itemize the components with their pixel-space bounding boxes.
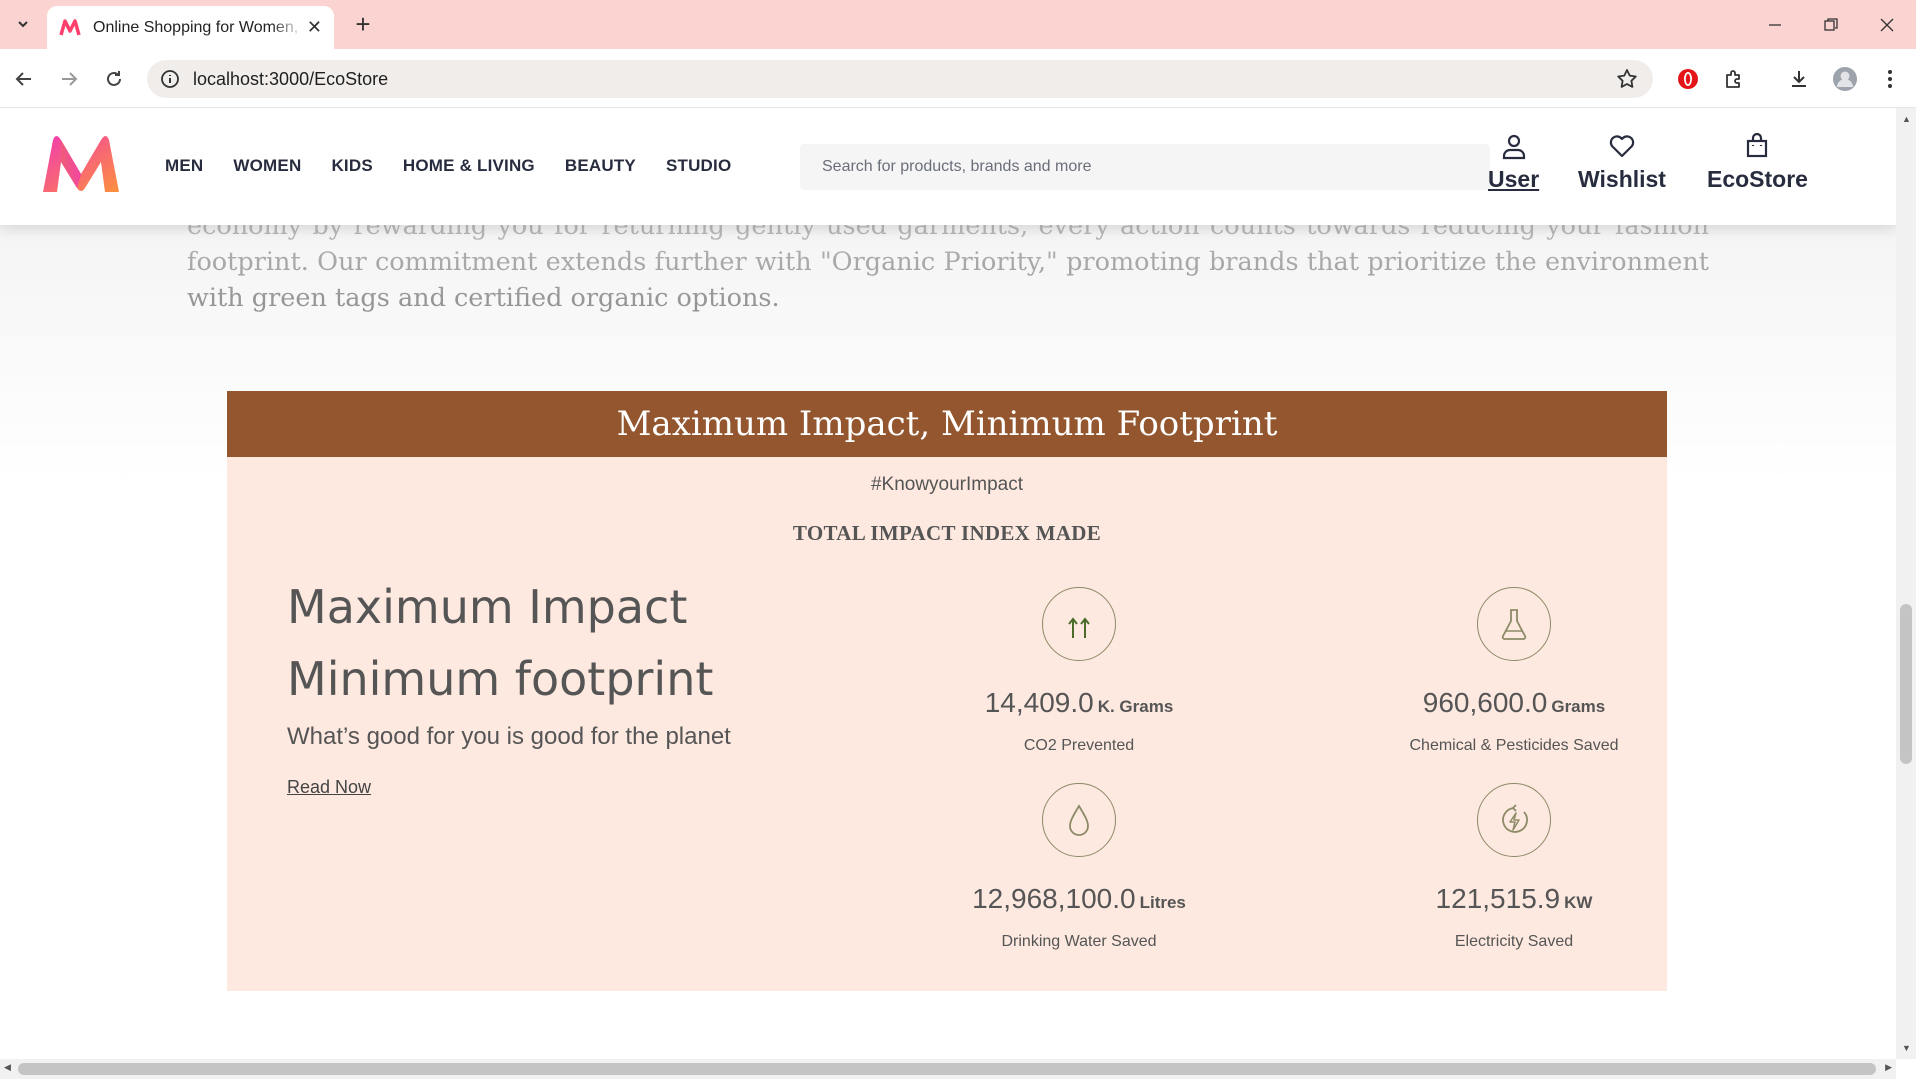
- stat-electricity: 121,515.9 KW Electricity Saved: [1334, 783, 1694, 951]
- site-info-icon[interactable]: [159, 68, 181, 90]
- tab-close-icon[interactable]: ✕: [307, 17, 322, 38]
- stat-label: Electricity Saved: [1454, 933, 1574, 950]
- stat-value: 12,968,100.0 Litres: [972, 883, 1186, 914]
- reload-button[interactable]: [98, 63, 130, 95]
- wishlist-label: Wishlist: [1578, 166, 1666, 192]
- stat-chemicals: 960,600.0 Grams Chemical & Pesticides Sav…: [1334, 587, 1694, 755]
- browser-menu-icon[interactable]: [1876, 65, 1904, 93]
- heart-icon: [1609, 135, 1635, 158]
- arrow-right-icon: [62, 72, 78, 86]
- ecostore-label: EcoStore: [1707, 166, 1808, 192]
- reload-icon: [107, 71, 121, 86]
- myntra-logo[interactable]: [39, 134, 123, 196]
- tab-title: Online Shopping for Women, Men, Kids: [93, 18, 303, 36]
- nav-women[interactable]: WOMEN: [233, 156, 301, 176]
- horizontal-scrollbar[interactable]: ◀ ▶: [0, 1059, 1896, 1079]
- search-box: [800, 144, 1490, 190]
- browser-toolbar: localhost:3000/EcoStore: [0, 49, 1916, 108]
- electricity-icon: [1477, 783, 1551, 857]
- scroll-right-icon[interactable]: ▶: [1885, 1062, 1892, 1073]
- impact-section: Maximum Impact, Minimum Footprint #Knowy…: [227, 391, 1667, 991]
- nav-beauty[interactable]: BEAUTY: [565, 156, 636, 176]
- arrow-left-icon: [15, 72, 31, 86]
- scroll-up-icon[interactable]: ▲: [1902, 114, 1911, 124]
- impact-lead: Maximum Impact Minimum footprint What’s …: [287, 571, 731, 798]
- read-now-link[interactable]: Read Now: [287, 777, 371, 798]
- impact-hashtag: #KnowyourImpact: [870, 474, 1024, 495]
- stat-label: CO2 Prevented: [1023, 737, 1135, 754]
- nav-kids[interactable]: KIDS: [331, 156, 372, 176]
- close-icon: [1880, 18, 1894, 32]
- stat-value: 121,515.9 KW: [1435, 883, 1593, 914]
- lead-heading-line1: Maximum Impact: [287, 580, 688, 634]
- nav-studio[interactable]: STUDIO: [666, 156, 731, 176]
- address-bar[interactable]: localhost:3000/EcoStore: [147, 60, 1653, 98]
- co2-arrows-icon: [1042, 587, 1116, 661]
- url-text: localhost:3000/EcoStore: [193, 69, 389, 89]
- nav-home-living[interactable]: HOME & LIVING: [403, 156, 535, 176]
- downloads-icon[interactable]: [1785, 65, 1813, 93]
- shopping-bag-icon: [1747, 132, 1768, 158]
- user-label: User: [1488, 166, 1540, 192]
- water-drop-icon: [1042, 783, 1116, 857]
- back-button[interactable]: [8, 63, 40, 95]
- vertical-scroll-thumb[interactable]: [1900, 604, 1912, 764]
- wishlist-button[interactable]: Wishlist: [1578, 132, 1666, 193]
- nav-men[interactable]: MEN: [165, 156, 203, 176]
- site-header: MEN WOMEN KIDS HOME & LIVING BEAUTY STUD…: [0, 108, 1896, 225]
- browser-tab[interactable]: Online Shopping for Women, Men, Kids ✕: [47, 6, 334, 49]
- browser-tab-bar: Online Shopping for Women, Men, Kids ✕ +: [0, 0, 1916, 49]
- lead-heading-line2: Minimum footprint: [287, 652, 714, 706]
- horizontal-scroll-thumb[interactable]: [18, 1063, 1876, 1075]
- new-tab-button[interactable]: +: [348, 10, 378, 40]
- lead-subtitle: What’s good for you is good for the plan…: [287, 723, 731, 750]
- user-icon: [1502, 134, 1525, 160]
- restore-button[interactable]: [1811, 10, 1851, 40]
- myntra-favicon-icon: [59, 18, 81, 35]
- scroll-down-icon[interactable]: ▼: [1902, 1043, 1911, 1053]
- minimize-button[interactable]: [1755, 10, 1795, 40]
- scroll-left-icon[interactable]: ◀: [4, 1062, 11, 1073]
- opera-extension-icon[interactable]: [1674, 65, 1702, 93]
- impact-header: Maximum Impact, Minimum Footprint: [227, 391, 1667, 457]
- profile-avatar[interactable]: [1831, 65, 1859, 93]
- extensions-icon[interactable]: [1720, 65, 1748, 93]
- impact-title: Maximum Impact, Minimum Footprint: [616, 404, 1278, 444]
- main-nav: MEN WOMEN KIDS HOME & LIVING BEAUTY STUD…: [165, 156, 731, 176]
- close-window-button[interactable]: [1867, 10, 1907, 40]
- minimize-icon: [1769, 24, 1781, 26]
- stat-co2: 14,409.0 K. Grams CO2 Prevented: [899, 587, 1259, 755]
- stat-value: 960,600.0 Grams: [1422, 687, 1606, 718]
- ecostore-button[interactable]: EcoStore: [1707, 132, 1808, 193]
- stat-value: 14,409.0 K. Grams: [984, 687, 1174, 718]
- bookmark-star-icon[interactable]: [1615, 67, 1639, 91]
- search-input[interactable]: [800, 144, 1490, 190]
- stat-label: Drinking Water Saved: [1001, 933, 1157, 950]
- chevron-down-icon: [18, 21, 28, 28]
- flask-icon: [1477, 587, 1551, 661]
- impact-index-title: TOTAL IMPACT INDEX MADE: [792, 521, 1102, 545]
- stat-label: Chemical & Pesticides Saved: [1409, 737, 1619, 754]
- forward-button[interactable]: [53, 63, 85, 95]
- restore-icon: [1824, 18, 1838, 31]
- vertical-scrollbar[interactable]: ▲ ▼: [1896, 108, 1916, 1059]
- tab-search-button[interactable]: [8, 9, 38, 39]
- user-button[interactable]: User: [1488, 132, 1539, 193]
- stat-water: 12,968,100.0 Litres Drinking Water Saved: [899, 783, 1259, 951]
- page-viewport: MEN WOMEN KIDS HOME & LIVING BEAUTY STUD…: [0, 108, 1896, 1059]
